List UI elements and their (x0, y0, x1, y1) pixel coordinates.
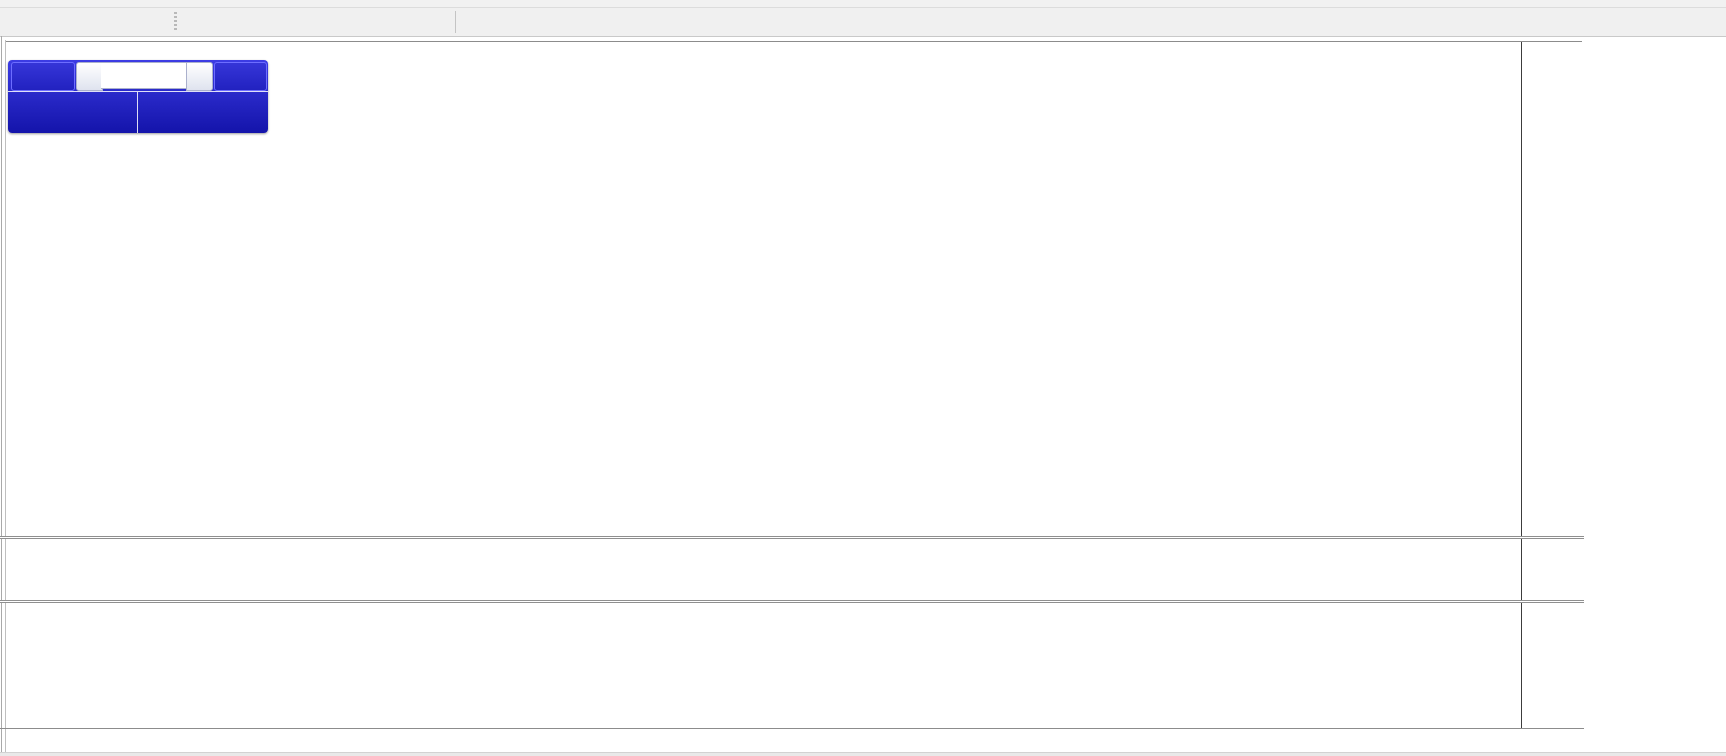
bid-ask-quote-row (8, 91, 268, 134)
sell-button[interactable] (11, 62, 75, 91)
volume-input[interactable] (101, 62, 186, 89)
mt4-terminal-window: { "toolbar": { "tools": [ {"name": "equi… (0, 0, 1726, 756)
ask-price[interactable] (138, 92, 268, 133)
one-click-trading-panel (8, 60, 268, 133)
volume-decrease-button[interactable] (76, 62, 103, 91)
bid-price[interactable] (8, 92, 138, 133)
buy-button[interactable] (214, 62, 267, 91)
volume-increase-button[interactable] (186, 62, 213, 91)
chart-title (13, 44, 24, 58)
